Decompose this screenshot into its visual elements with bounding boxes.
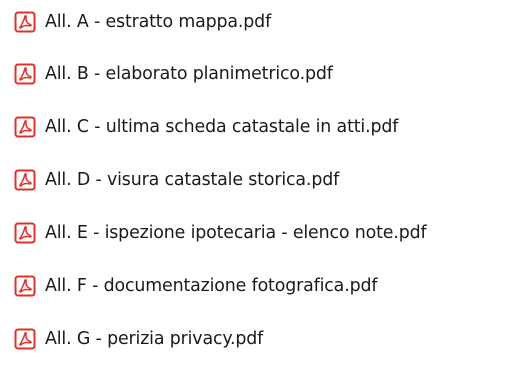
file-name: All. A - estratto mappa.pdf (45, 12, 272, 32)
file-item[interactable]: All. D - visura catastale storica.pdf (14, 165, 339, 195)
pdf-file-icon (14, 11, 36, 33)
file-item[interactable]: All. E - ispezione ipotecaria - elenco n… (14, 218, 427, 248)
pdf-file-icon (14, 275, 36, 297)
file-name: All. E - ispezione ipotecaria - elenco n… (45, 223, 427, 243)
pdf-file-icon (14, 328, 36, 350)
file-name: All. B - elaborato planimetrico.pdf (45, 64, 333, 84)
file-name: All. F - documentazione fotografica.pdf (45, 276, 378, 296)
pdf-file-icon (14, 169, 36, 191)
file-name: All. G - perizia privacy.pdf (45, 329, 264, 349)
pdf-file-icon (14, 222, 36, 244)
file-name: All. C - ultima scheda catastale in atti… (45, 117, 399, 137)
pdf-file-icon (14, 63, 36, 85)
file-item[interactable]: All. A - estratto mappa.pdf (14, 7, 271, 37)
file-item[interactable]: All. F - documentazione fotografica.pdf (14, 271, 377, 301)
pdf-file-icon (14, 116, 36, 138)
file-item[interactable]: All. G - perizia privacy.pdf (14, 324, 263, 354)
file-list: All. A - estratto mappa.pdf All. B - ela… (0, 0, 523, 381)
file-name: All. D - visura catastale storica.pdf (45, 170, 340, 190)
file-item[interactable]: All. C - ultima scheda catastale in atti… (14, 112, 398, 142)
file-item[interactable]: All. B - elaborato planimetrico.pdf (14, 59, 333, 89)
